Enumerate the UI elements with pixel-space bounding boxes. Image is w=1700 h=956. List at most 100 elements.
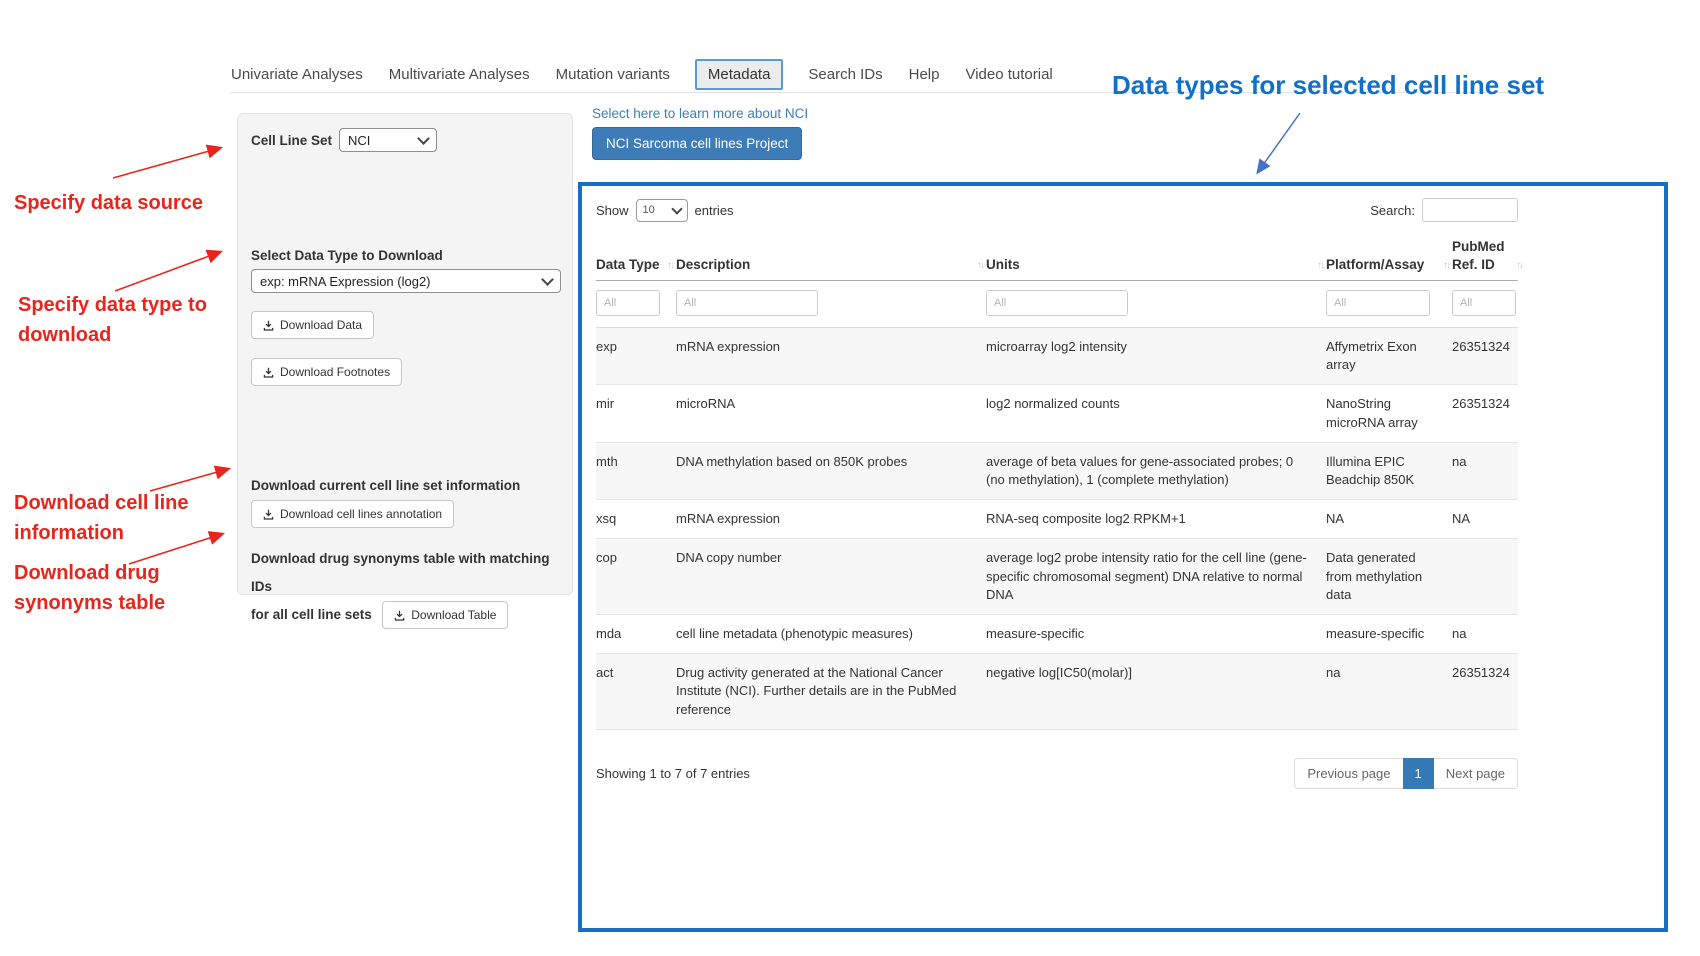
cell-description: mRNA expression — [676, 328, 986, 385]
cell-description: DNA methylation based on 850K probes — [676, 442, 986, 499]
sort-icon[interactable]: ↑↓ — [1516, 259, 1522, 272]
table-row: xsq mRNA expression RNA-seq composite lo… — [596, 500, 1518, 539]
table-row: mir microRNA log2 normalized counts Nano… — [596, 385, 1518, 442]
sort-icon[interactable]: ↑↓ — [977, 259, 983, 272]
cell-units: measure-specific — [986, 614, 1326, 653]
cell-units: average log2 probe intensity ratio for t… — [986, 539, 1326, 615]
tab-video-tutorial[interactable]: Video tutorial — [964, 60, 1053, 89]
search-label: Search: — [1370, 203, 1415, 218]
table-row: act Drug activity generated at the Natio… — [596, 654, 1518, 730]
search-input[interactable] — [1422, 198, 1518, 222]
cell-pubmed: na — [1452, 614, 1518, 653]
sort-icon[interactable]: ↑↓ — [1317, 259, 1323, 272]
page-number-button[interactable]: 1 — [1403, 758, 1434, 789]
download-controls-panel: Cell Line Set NCI Select Data Type to Do… — [237, 113, 573, 595]
cell-data-type: xsq — [596, 500, 676, 539]
tab-multivariate-analyses[interactable]: Multivariate Analyses — [388, 60, 531, 89]
header-row: Data Type↑↓ Description↑↓ Units↑↓ Platfo… — [596, 234, 1518, 281]
project-button[interactable]: NCI Sarcoma cell lines Project — [592, 127, 802, 160]
tab-metadata[interactable]: Metadata — [695, 59, 784, 90]
column-header-units[interactable]: Units↑↓ — [986, 234, 1326, 281]
filter-row — [596, 281, 1518, 328]
download-icon — [263, 509, 274, 520]
cell-platform: NanoString microRNA array — [1326, 385, 1452, 442]
page-length-value: 10 — [643, 204, 655, 216]
page-length-control: Show 10 entries — [596, 199, 734, 222]
cell-units: microarray log2 intensity — [986, 328, 1326, 385]
cell-line-info-heading: Download current cell line set informati… — [251, 478, 559, 493]
sort-icon[interactable]: ↑↓ — [1443, 259, 1449, 272]
data-type-select[interactable]: exp: mRNA Expression (log2) — [251, 269, 561, 293]
cell-description: mRNA expression — [676, 500, 986, 539]
show-label: Show — [596, 203, 629, 218]
column-header-platform[interactable]: Platform/Assay↑↓ — [1326, 234, 1452, 281]
table-row: exp mRNA expression microarray log2 inte… — [596, 328, 1518, 385]
cell-description: cell line metadata (phenotypic measures) — [676, 614, 986, 653]
cell-description: Drug activity generated at the National … — [676, 654, 986, 730]
tab-search-ids[interactable]: Search IDs — [807, 60, 883, 89]
cell-platform: NA — [1326, 500, 1452, 539]
cell-pubmed: 26351324 — [1452, 654, 1518, 730]
column-header-pubmed[interactable]: PubMed Ref. ID↑↓ — [1452, 234, 1518, 281]
entries-summary: Showing 1 to 7 of 7 entries — [596, 766, 750, 781]
cell-platform: na — [1326, 654, 1452, 730]
chevron-down-icon — [417, 132, 430, 145]
search-control: Search: — [1370, 198, 1518, 222]
filter-input-platform[interactable] — [1326, 290, 1430, 316]
cell-platform: Data generated from methylation data — [1326, 539, 1452, 615]
download-footnotes-button[interactable]: Download Footnotes — [251, 358, 402, 386]
download-table-button[interactable]: Download Table — [382, 601, 508, 629]
cell-units: average of beta values for gene-associat… — [986, 442, 1326, 499]
cell-pubmed — [1452, 539, 1518, 615]
cell-units: log2 normalized counts — [986, 385, 1326, 442]
cell-data-type: cop — [596, 539, 676, 615]
table-row: mda cell line metadata (phenotypic measu… — [596, 614, 1518, 653]
download-table-label: Download Table — [411, 608, 496, 622]
download-cell-lines-annotation-button[interactable]: Download cell lines annotation — [251, 500, 454, 528]
column-header-description[interactable]: Description↑↓ — [676, 234, 986, 281]
cell-platform: Illumina EPIC Beadchip 850K — [1326, 442, 1452, 499]
annotation-specify-data-type: Specify data type to download — [18, 290, 218, 350]
data-types-box: Show 10 entries Search: Data Type↑↓ Desc… — [578, 182, 1668, 932]
download-icon — [263, 367, 274, 378]
sort-icon[interactable]: ↑↓ — [667, 259, 673, 272]
cell-units: negative log[IC50(molar)] — [986, 654, 1326, 730]
tab-univariate-analyses[interactable]: Univariate Analyses — [230, 60, 364, 89]
chevron-down-icon — [541, 273, 554, 286]
data-type-label: Select Data Type to Download — [251, 248, 559, 263]
annotation-specify-data-source: Specify data source — [14, 188, 239, 218]
datatable-region: Show 10 entries Search: Data Type↑↓ Desc… — [596, 198, 1518, 789]
cell-pubmed: NA — [1452, 500, 1518, 539]
page-length-select[interactable]: 10 — [636, 199, 688, 222]
download-icon — [394, 610, 405, 621]
cell-line-set-select[interactable]: NCI — [339, 128, 437, 152]
download-data-button[interactable]: Download Data — [251, 311, 374, 339]
cell-units: RNA-seq composite log2 RPKM+1 — [986, 500, 1326, 539]
annotation-download-drug-synonyms: Download drug synonyms table — [14, 558, 184, 618]
tab-mutation-variants[interactable]: Mutation variants — [555, 60, 671, 89]
cell-data-type: act — [596, 654, 676, 730]
cell-description: microRNA — [676, 385, 986, 442]
download-icon — [263, 320, 274, 331]
next-page-button[interactable]: Next page — [1434, 758, 1518, 789]
drug-synonyms-heading-line2: for all cell line sets — [251, 607, 372, 622]
chevron-down-icon — [671, 203, 682, 214]
learn-more-link[interactable]: Select here to learn more about NCI — [592, 106, 808, 121]
pagination: Previous page 1 Next page — [1294, 758, 1518, 789]
entries-label: entries — [695, 203, 734, 218]
previous-page-button[interactable]: Previous page — [1294, 758, 1402, 789]
filter-input-description[interactable] — [676, 290, 818, 316]
filter-input-pubmed[interactable] — [1452, 290, 1516, 316]
data-type-value: exp: mRNA Expression (log2) — [260, 274, 431, 289]
annotation-data-types: Data types for selected cell line set — [1112, 70, 1544, 101]
tab-help[interactable]: Help — [908, 60, 941, 89]
cell-platform: Affymetrix Exon array — [1326, 328, 1452, 385]
download-annotation-label: Download cell lines annotation — [280, 507, 442, 521]
cell-line-set-label: Cell Line Set — [251, 133, 332, 148]
table-row: cop DNA copy number average log2 probe i… — [596, 539, 1518, 615]
filter-input-units[interactable] — [986, 290, 1128, 316]
filter-input-data-type[interactable] — [596, 290, 660, 316]
annotation-download-cell-line-info: Download cell line information — [14, 488, 204, 548]
column-header-data-type[interactable]: Data Type↑↓ — [596, 234, 676, 281]
cell-data-type: mda — [596, 614, 676, 653]
